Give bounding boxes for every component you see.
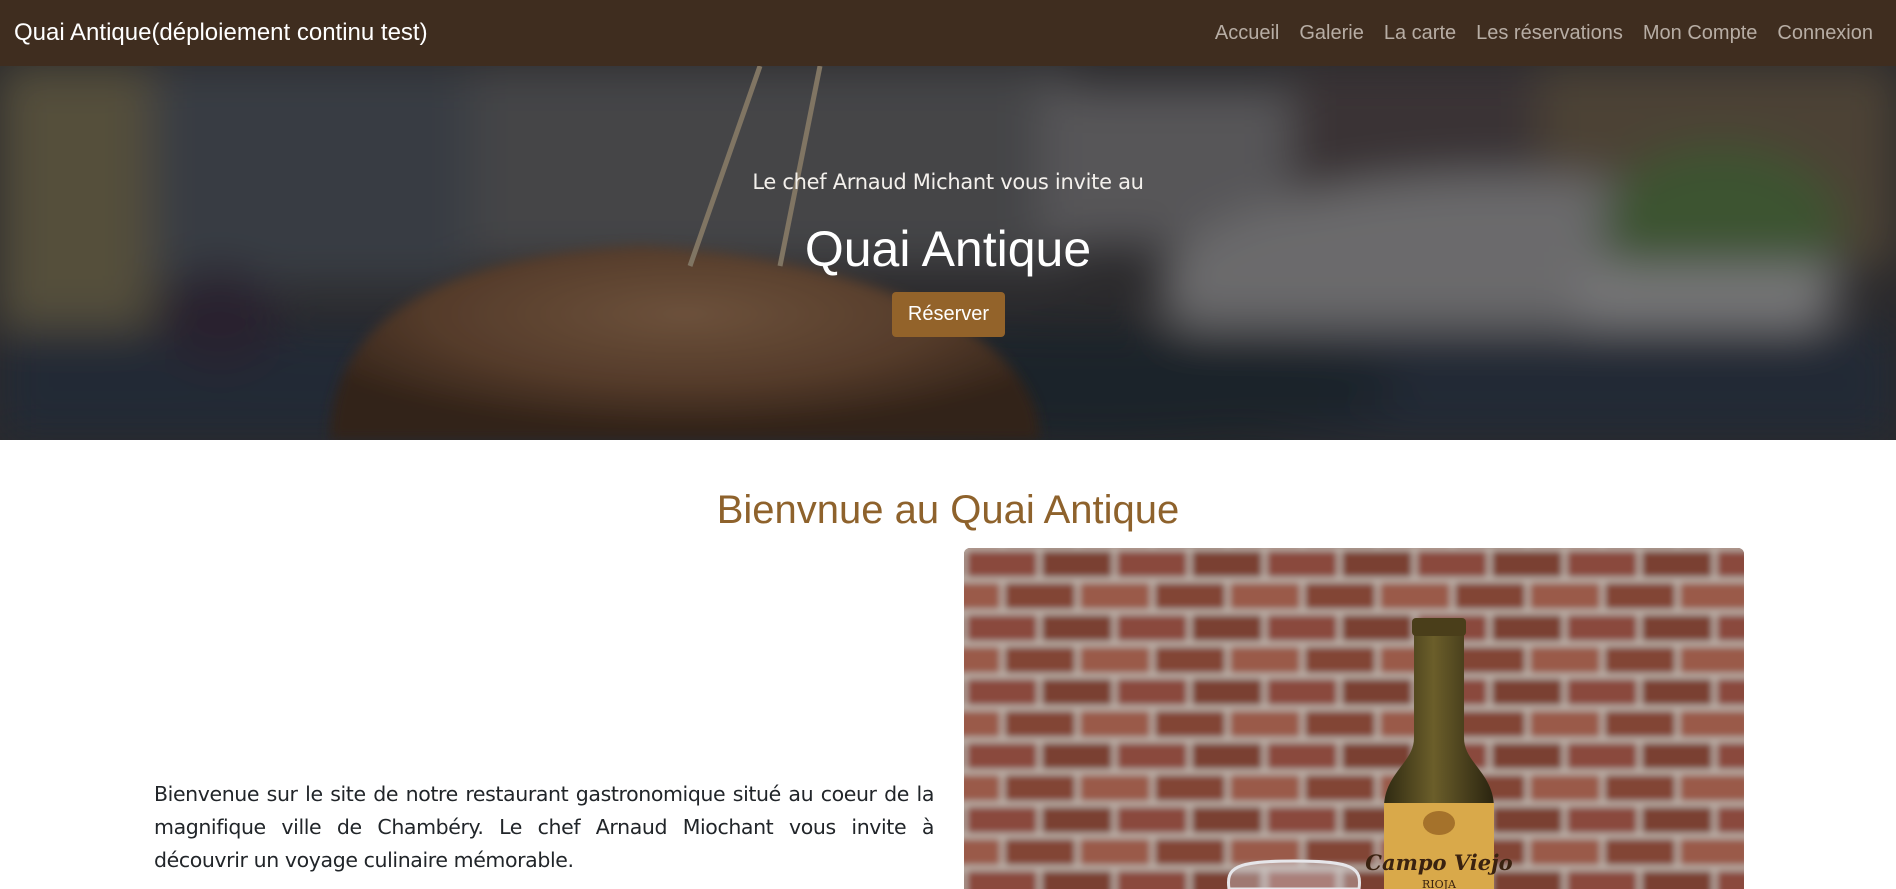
brand-link[interactable]: Quai Antique(déploiement continu test) (14, 19, 428, 47)
welcome-heading: Bienvnue au Quai Antique (716, 488, 1180, 532)
nav-link-la-carte[interactable]: La carte (1384, 22, 1456, 45)
nav-link-reservations[interactable]: Les réservations (1476, 22, 1623, 45)
bottle-label: Campo Viejo (1365, 850, 1512, 875)
navbar: Quai Antique(déploiement continu test) A… (0, 0, 1896, 66)
hero-content: Le chef Arnaud Michant vous invite au Qu… (0, 66, 1896, 440)
nav-links: Accueil Galerie La carte Les réservation… (1195, 22, 1873, 45)
nav-link-connexion[interactable]: Connexion (1777, 22, 1873, 45)
nav-link-mon-compte[interactable]: Mon Compte (1643, 22, 1758, 45)
hero-subtitle: Le chef Arnaud Michant vous invite au (752, 170, 1144, 194)
bottle-sublabel: RIOJA (1422, 878, 1457, 889)
hero-title: Quai Antique (804, 221, 1092, 277)
welcome-text: Bienvenue sur le site de notre restauran… (154, 782, 934, 872)
wine-image: Campo Viejo RIOJA (964, 548, 1744, 889)
reserve-button[interactable]: Réserver (892, 292, 1005, 337)
wine-bottle-photo: Campo Viejo RIOJA (964, 548, 1744, 889)
nav-link-galerie[interactable]: Galerie (1299, 22, 1363, 45)
hero-section: Le chef Arnaud Michant vous invite au Qu… (0, 66, 1896, 440)
nav-link-accueil[interactable]: Accueil (1215, 22, 1279, 45)
